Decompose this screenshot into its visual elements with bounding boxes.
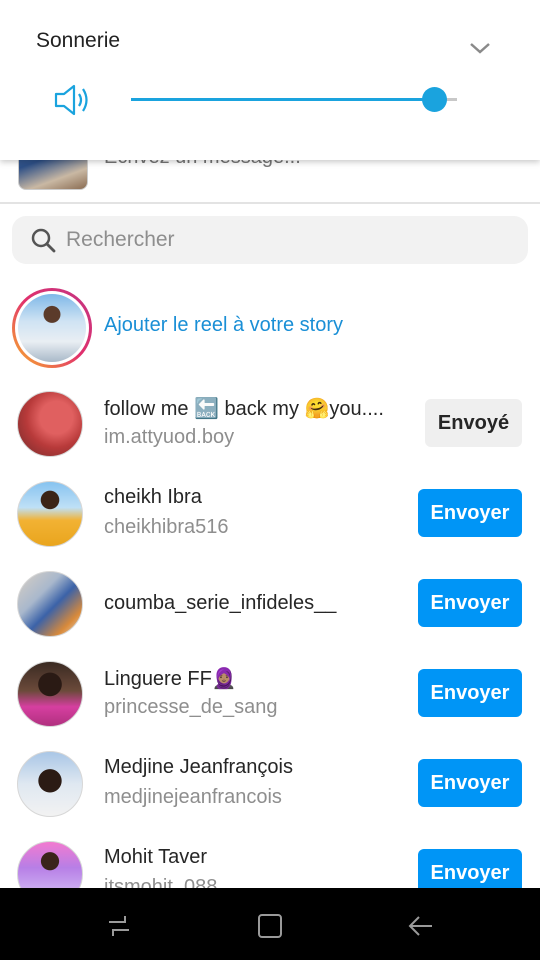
back-icon[interactable]: [407, 912, 435, 940]
send-button[interactable]: Envoyer: [418, 489, 522, 537]
volume-slider-thumb[interactable]: [422, 87, 448, 112]
chevron-down-icon[interactable]: [466, 38, 494, 58]
contact-name: follow me 🔙 back my 🤗you....: [104, 398, 384, 420]
contact-name: Medjine Jeanfrançois: [104, 756, 293, 778]
send-button[interactable]: Envoyer: [418, 579, 522, 627]
contact-handle: im.attyuod.boy: [104, 426, 235, 448]
sent-button[interactable]: Envoyé: [425, 399, 522, 447]
volume-slider[interactable]: [131, 87, 457, 112]
contact-name: Linguere FF🧕🏽: [104, 668, 237, 690]
avatar: [17, 391, 83, 457]
avatar: [17, 571, 83, 637]
volume-slider-fill: [131, 98, 435, 101]
send-button[interactable]: Envoyer: [418, 669, 522, 717]
add-to-story-row[interactable]: Ajouter le reel à votre story: [0, 286, 540, 368]
add-to-story-label[interactable]: Ajouter le reel à votre story: [104, 314, 343, 337]
contact-handle: princesse_de_sang: [104, 696, 278, 718]
contact-name: cheikh Ibra: [104, 486, 202, 508]
system-navbar: [0, 888, 540, 960]
search-icon: [31, 228, 56, 253]
contact-row[interactable]: follow me 🔙 back my 🤗you.... im.attyuod.…: [0, 390, 540, 480]
contact-handle: medjinejeanfrancois: [104, 786, 282, 808]
search-bar[interactable]: [12, 216, 528, 264]
avatar: [17, 751, 83, 817]
volume-title: Sonnerie: [36, 29, 121, 52]
contact-name: coumba_serie_infideles__: [104, 592, 337, 614]
contact-row[interactable]: Medjine Jeanfrançois medjinejeanfrancois…: [0, 750, 540, 840]
story-avatar: [12, 288, 92, 368]
send-button[interactable]: Envoyer: [418, 759, 522, 807]
contact-row[interactable]: cheikh Ibra cheikhibra516 Envoyer: [0, 480, 540, 570]
contact-handle: cheikhibra516: [104, 516, 229, 538]
contact-name: Mohit Taver: [104, 846, 208, 868]
divider: [0, 202, 540, 204]
avatar: [17, 481, 83, 547]
contact-row[interactable]: coumba_serie_infideles__ Envoyer: [0, 570, 540, 660]
home-icon[interactable]: [256, 912, 284, 940]
speaker-icon[interactable]: [52, 82, 92, 118]
volume-panel: Sonnerie: [0, 0, 540, 160]
contact-row[interactable]: Linguere FF🧕🏽 princesse_de_sang Envoyer: [0, 660, 540, 750]
avatar: [17, 661, 83, 727]
recent-apps-icon[interactable]: [105, 912, 133, 940]
search-input[interactable]: [66, 216, 506, 264]
